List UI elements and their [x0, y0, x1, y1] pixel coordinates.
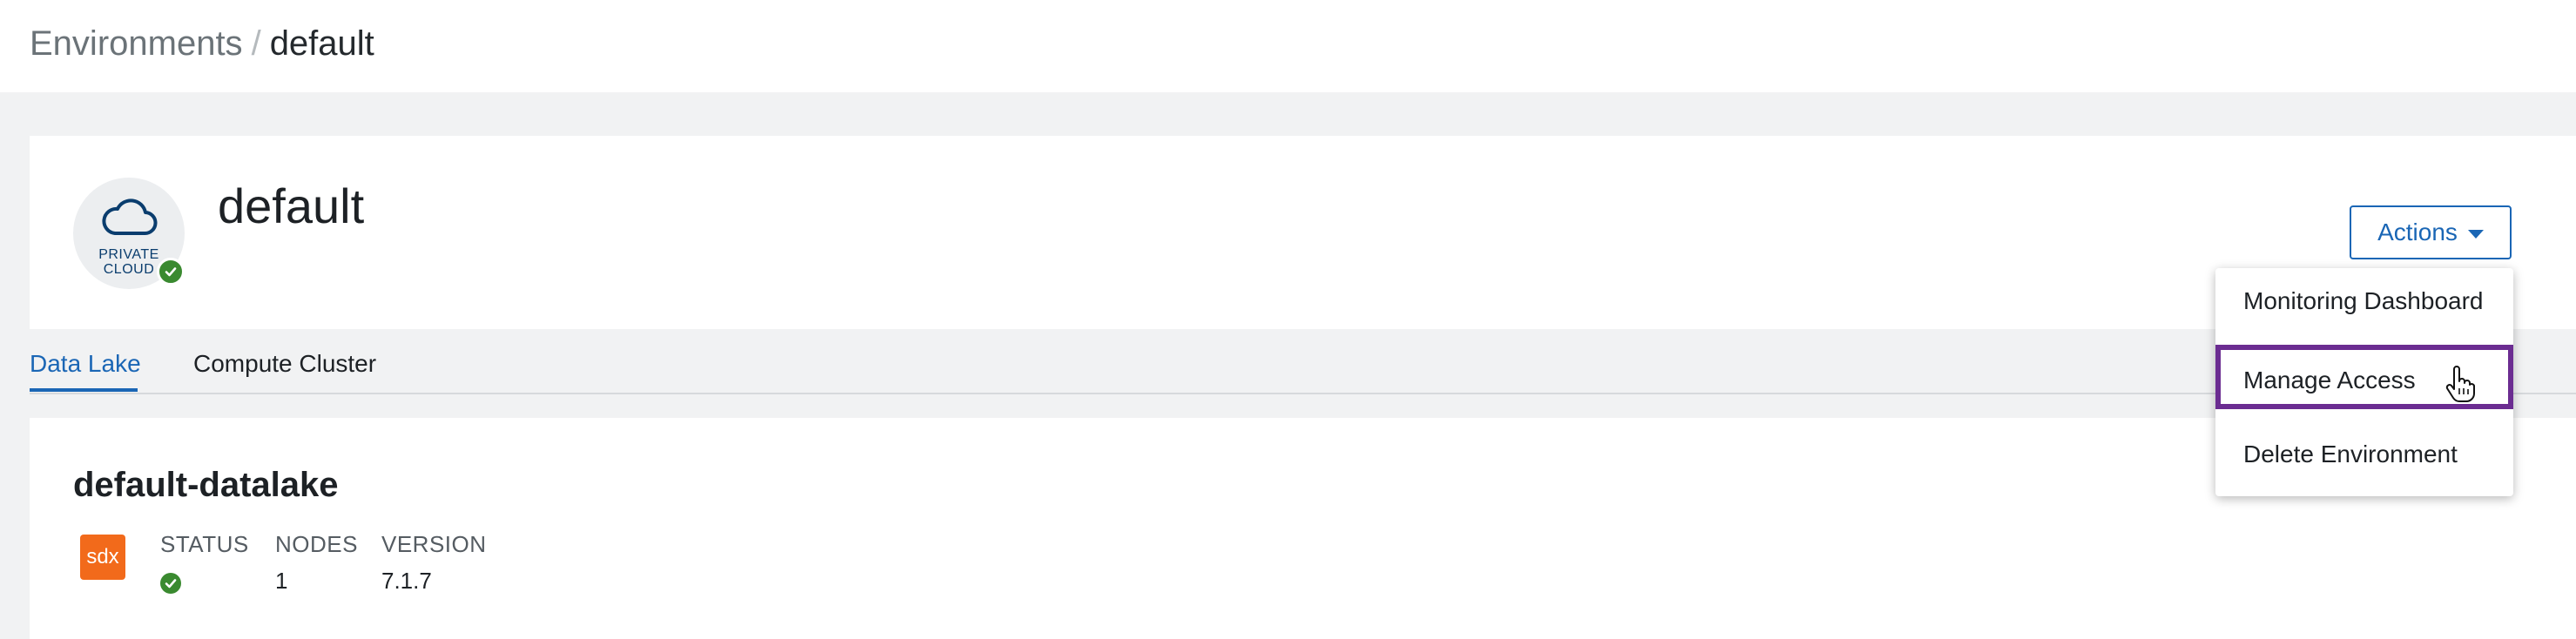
active-tab-indicator [30, 388, 138, 392]
nodes-value: 1 [275, 568, 288, 594]
hand-pointer-icon [2445, 366, 2475, 402]
version-label: VERSION [381, 531, 487, 557]
breadcrumb: Environments / default [30, 19, 374, 68]
environment-card: PRIVATE CLOUD default Actions [30, 136, 2576, 329]
nodes-label: NODES [275, 531, 358, 557]
actions-dropdown-button[interactable]: Actions [2350, 205, 2512, 259]
datalake-card: default-datalake sdx STATUS NODES VERSIO… [30, 418, 2576, 639]
breadcrumb-link-environments[interactable]: Environments [30, 24, 243, 63]
breadcrumb-current: default [269, 24, 374, 63]
check-circle-icon [160, 573, 181, 594]
breadcrumb-separator: / [251, 24, 261, 63]
version-value: 7.1.7 [381, 568, 432, 594]
environment-title: default [218, 178, 365, 233]
cloud-icon [102, 198, 158, 235]
tabs-divider [30, 393, 2576, 394]
page-header: Environments / default [0, 0, 2576, 92]
sdx-logo: sdx [80, 535, 125, 580]
status-label: STATUS [160, 531, 249, 557]
tab-compute-cluster[interactable]: Compute Cluster [193, 348, 376, 380]
caret-down-icon [2467, 229, 2484, 239]
tab-data-lake[interactable]: Data Lake [30, 348, 141, 380]
actions-button-label: Actions [2377, 219, 2458, 246]
check-circle-icon [157, 258, 185, 286]
datalake-title[interactable]: default-datalake [73, 461, 339, 508]
menu-item-monitoring-dashboard[interactable]: Monitoring Dashboard [2215, 268, 2513, 334]
menu-item-delete-environment[interactable]: Delete Environment [2215, 421, 2513, 488]
environment-avatar: PRIVATE CLOUD [73, 178, 185, 289]
